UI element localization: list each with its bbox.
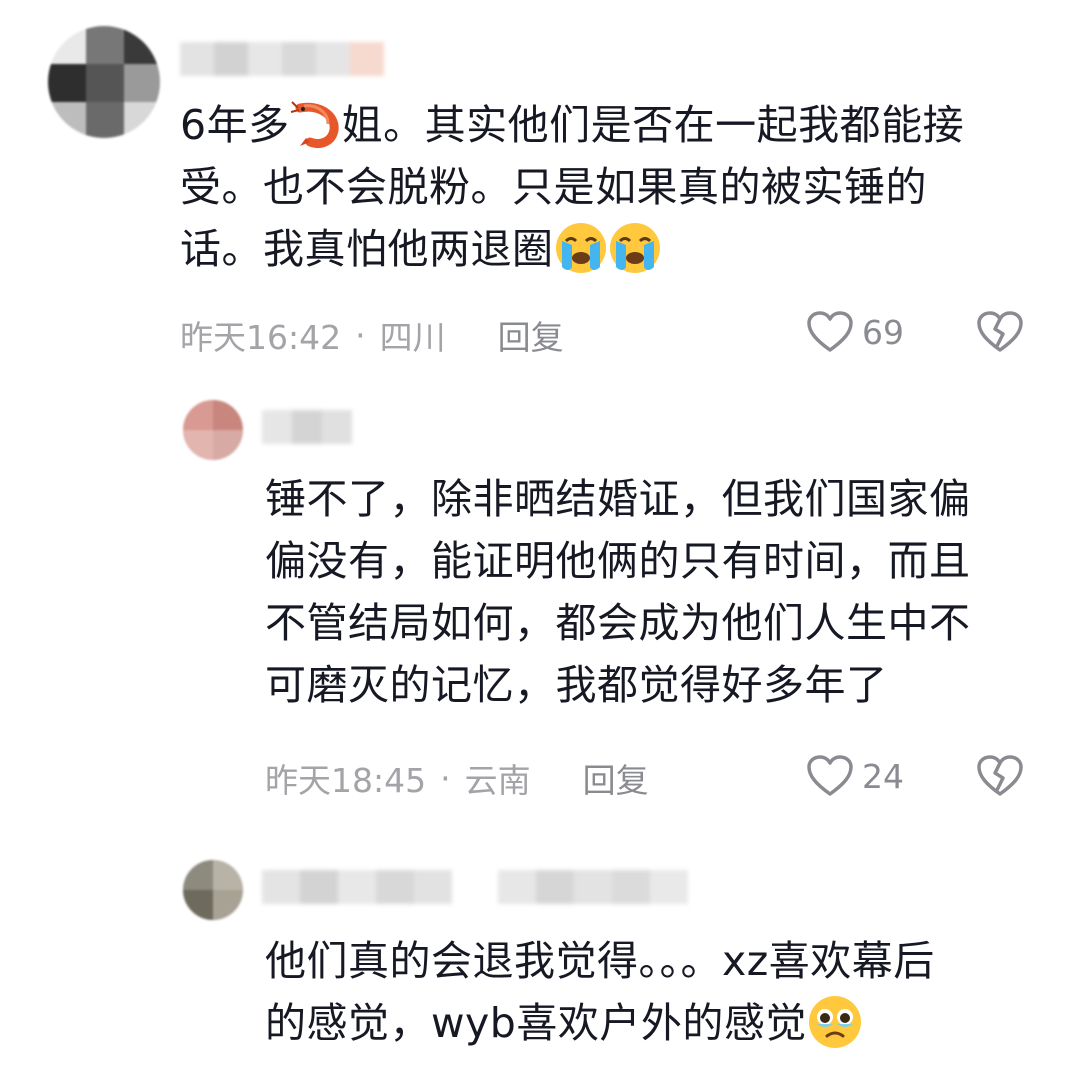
avatar[interactable] <box>183 860 243 920</box>
text-line: 话。我真怕他两退圈 <box>180 218 964 280</box>
like-button[interactable]: 69 <box>806 310 904 354</box>
text-line: 受。也不会脱粉。只是如果真的被实锤的 <box>180 163 927 211</box>
reply-button[interactable]: 回复 <box>498 311 564 359</box>
meta-separator: · <box>355 315 366 355</box>
broken-heart-icon <box>977 311 1023 352</box>
username[interactable] <box>180 42 390 76</box>
location: 云南 <box>464 761 531 800</box>
reply-comment-item: 锤不了，除非晒结婚证，但我们国家偏 偏没有，能证明他俩的只有时间，而且 不管结局… <box>0 380 1081 830</box>
loudly-crying-face-icon <box>555 223 606 273</box>
timestamp: 昨天16:42 <box>180 318 342 357</box>
shrimp-emoji-icon <box>290 101 339 148</box>
text-line: 6年多 姐。其实他们是否在一起我都能接 <box>180 94 964 156</box>
comment-meta: 昨天18:45 · 云南 回复 <box>265 758 649 801</box>
like-button[interactable]: 24 <box>806 754 904 798</box>
comment-meta: 昨天16:42 · 四川 回复 <box>180 315 564 358</box>
face-holding-back-tears-icon <box>808 996 861 1048</box>
broken-heart-icon <box>977 755 1023 796</box>
text-line: 偏没有，能证明他俩的只有时间，而且 <box>265 537 971 585</box>
heart-icon <box>807 311 853 352</box>
comment-list: 6年多 姐。其实他们是否在一起我都能接 受。也不会脱粉。只是如果真的被实锤的 话… <box>0 0 1081 1080</box>
loudly-crying-face-icon <box>609 223 660 273</box>
text-line: 不管结局如何，都会成为他们人生中不 <box>265 599 971 647</box>
reply-comment-item: 他们真的会退我觉得。。。xz喜欢幕后 的感觉，wyb喜欢户外的感觉 <box>0 830 1081 1080</box>
text-line: 锤不了，除非晒结婚证，但我们国家偏 <box>265 475 971 523</box>
like-count: 69 <box>862 312 904 352</box>
text-line: 他们真的会退我觉得。。。xz喜欢幕后 <box>265 937 935 985</box>
like-count: 24 <box>862 756 904 796</box>
comment-text: 6年多 姐。其实他们是否在一起我都能接 受。也不会脱粉。只是如果真的被实锤的 话… <box>180 94 964 280</box>
comment-text: 锤不了，除非晒结婚证，但我们国家偏 偏没有，能证明他俩的只有时间，而且 不管结局… <box>265 468 971 716</box>
timestamp: 昨天18:45 <box>265 761 427 800</box>
reply-button[interactable]: 回复 <box>583 754 649 802</box>
text-line: 可磨灭的记忆，我都觉得好多年了 <box>265 661 888 709</box>
username[interactable] <box>262 410 352 444</box>
avatar[interactable] <box>48 26 160 138</box>
dislike-button[interactable] <box>976 310 1024 358</box>
location: 四川 <box>379 318 446 357</box>
avatar[interactable] <box>183 400 243 460</box>
dislike-button[interactable] <box>976 754 1024 802</box>
heart-icon <box>807 755 853 796</box>
meta-separator: · <box>440 758 451 798</box>
text-line: 的感觉，wyb喜欢户外的感觉 <box>265 992 935 1054</box>
comment-item: 6年多 姐。其实他们是否在一起我都能接 受。也不会脱粉。只是如果真的被实锤的 话… <box>0 0 1081 380</box>
comment-text: 他们真的会退我觉得。。。xz喜欢幕后 的感觉，wyb喜欢户外的感觉 <box>265 930 935 1054</box>
username[interactable] <box>262 870 722 904</box>
